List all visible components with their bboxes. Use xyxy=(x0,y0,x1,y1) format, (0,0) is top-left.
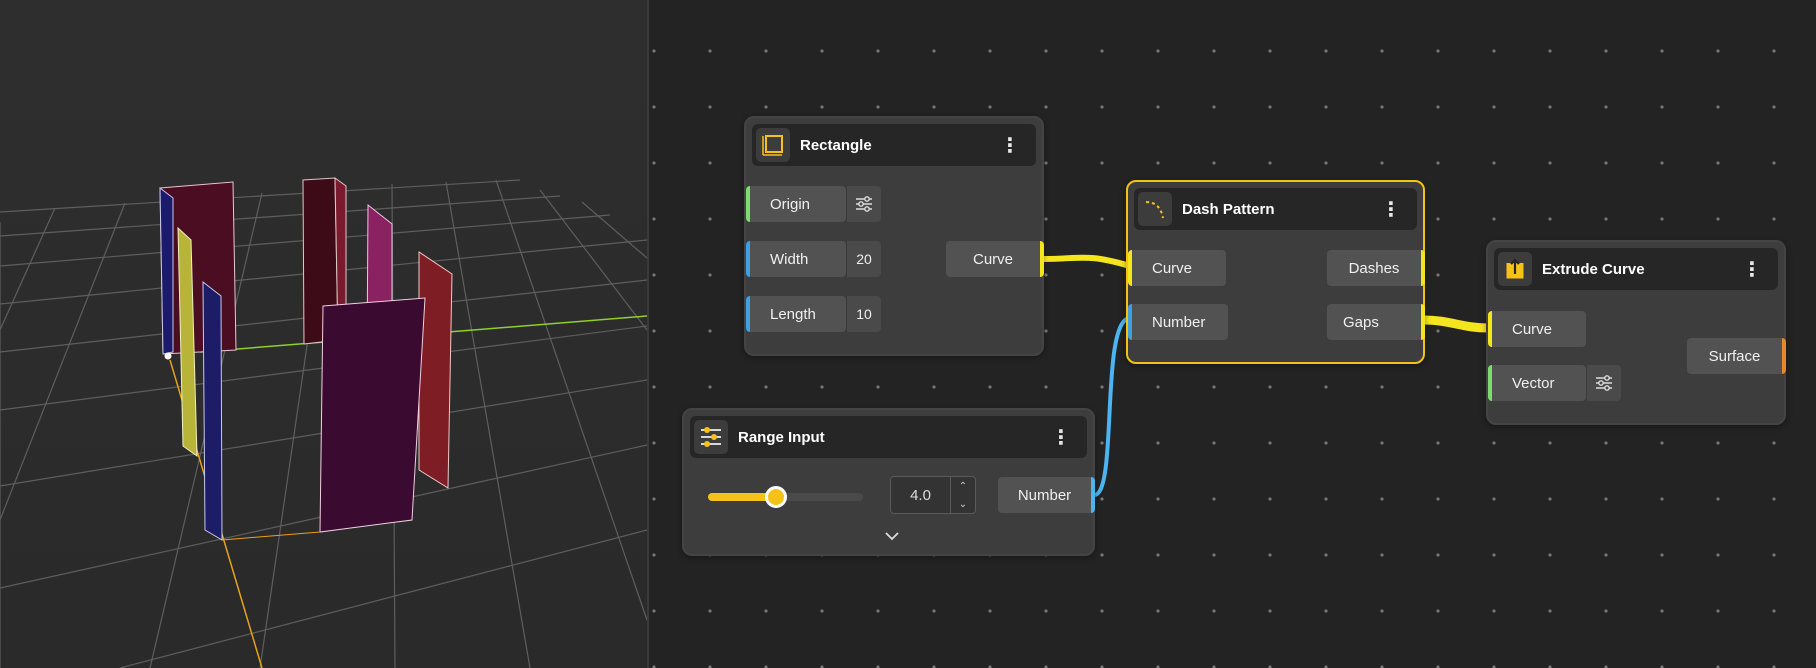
sliders-settings-icon xyxy=(856,196,872,212)
node-title: Range Input xyxy=(738,428,825,446)
width-value: 20 xyxy=(856,251,872,267)
range-input-node-header[interactable]: Range Input ⋮ xyxy=(690,416,1087,458)
output-dashes[interactable]: Dashes xyxy=(1327,250,1425,286)
range-value-input[interactable]: 4.0 ⌃ ⌄ xyxy=(890,476,976,514)
node-title: Rectangle xyxy=(800,136,872,154)
extrude-curve-node[interactable]: Extrude Curve ⋮ Curve Vector Surface xyxy=(1486,240,1786,425)
decrement-icon[interactable]: ⌄ xyxy=(951,495,975,513)
length-value-input[interactable]: 10 xyxy=(846,296,881,332)
range-slider[interactable] xyxy=(708,486,863,508)
viewport-scene xyxy=(0,177,647,668)
dashed-curve-icon xyxy=(1138,192,1172,226)
port-label: Length xyxy=(770,305,816,323)
3d-viewport[interactable] xyxy=(0,0,647,668)
input-curve[interactable]: Curve xyxy=(1488,311,1586,347)
input-curve[interactable]: Curve xyxy=(1128,250,1226,286)
more-menu-icon[interactable]: ⋮ xyxy=(1047,423,1075,451)
increment-icon[interactable]: ⌃ xyxy=(951,477,975,495)
more-menu-icon[interactable]: ⋮ xyxy=(996,131,1024,159)
dash-pattern-node[interactable]: Dash Pattern ⋮ Curve Number Dashes Gaps xyxy=(1126,180,1425,364)
input-origin[interactable]: Origin xyxy=(746,186,846,222)
port-label: Origin xyxy=(770,195,811,213)
port-label: Number xyxy=(1152,313,1206,331)
expand-chevron-icon[interactable] xyxy=(884,528,900,546)
length-value: 10 xyxy=(856,306,872,322)
range-input-node[interactable]: Range Input ⋮ 4.0 ⌃ ⌄ Number xyxy=(682,408,1095,556)
extrude-curve-node-header[interactable]: Extrude Curve ⋮ xyxy=(1494,248,1778,290)
rectangle-icon xyxy=(756,128,790,162)
port-label: Width xyxy=(770,250,809,268)
sliders-settings-icon xyxy=(1596,375,1612,391)
node-title: Extrude Curve xyxy=(1542,260,1645,278)
input-length[interactable]: Length xyxy=(746,296,846,332)
extrude-icon xyxy=(1498,252,1532,286)
rectangle-node-header[interactable]: Rectangle ⋮ xyxy=(752,124,1036,166)
vector-settings-button[interactable] xyxy=(1586,365,1621,401)
dash-pattern-node-header[interactable]: Dash Pattern ⋮ xyxy=(1134,188,1417,230)
slider-knob[interactable] xyxy=(765,486,788,508)
port-label: Curve xyxy=(1152,259,1193,277)
input-width[interactable]: Width xyxy=(746,241,846,277)
rectangle-node[interactable]: Rectangle ⋮ Origin Width 20 Length 10 Cu… xyxy=(744,116,1044,356)
port-label: Surface xyxy=(1708,347,1761,365)
port-label: Vector xyxy=(1512,374,1555,392)
port-label: Curve xyxy=(972,250,1013,268)
output-gaps[interactable]: Gaps xyxy=(1327,304,1425,340)
input-number[interactable]: Number xyxy=(1128,304,1228,340)
more-menu-icon[interactable]: ⋮ xyxy=(1377,195,1405,223)
output-number[interactable]: Number xyxy=(998,477,1095,513)
width-value-input[interactable]: 20 xyxy=(846,241,881,277)
range-spinner: ⌃ ⌄ xyxy=(950,477,975,513)
node-title: Dash Pattern xyxy=(1182,200,1275,218)
port-label: Gaps xyxy=(1343,313,1379,331)
origin-settings-button[interactable] xyxy=(846,186,881,222)
range-value: 4.0 xyxy=(910,486,931,504)
output-curve[interactable]: Curve xyxy=(946,241,1044,277)
more-menu-icon[interactable]: ⋮ xyxy=(1738,255,1766,283)
port-label: Dashes xyxy=(1348,259,1400,277)
input-vector[interactable]: Vector xyxy=(1488,365,1586,401)
port-label: Number xyxy=(1017,486,1072,504)
output-surface[interactable]: Surface xyxy=(1687,338,1786,374)
port-label: Curve xyxy=(1512,320,1553,338)
sliders-icon xyxy=(694,420,728,454)
